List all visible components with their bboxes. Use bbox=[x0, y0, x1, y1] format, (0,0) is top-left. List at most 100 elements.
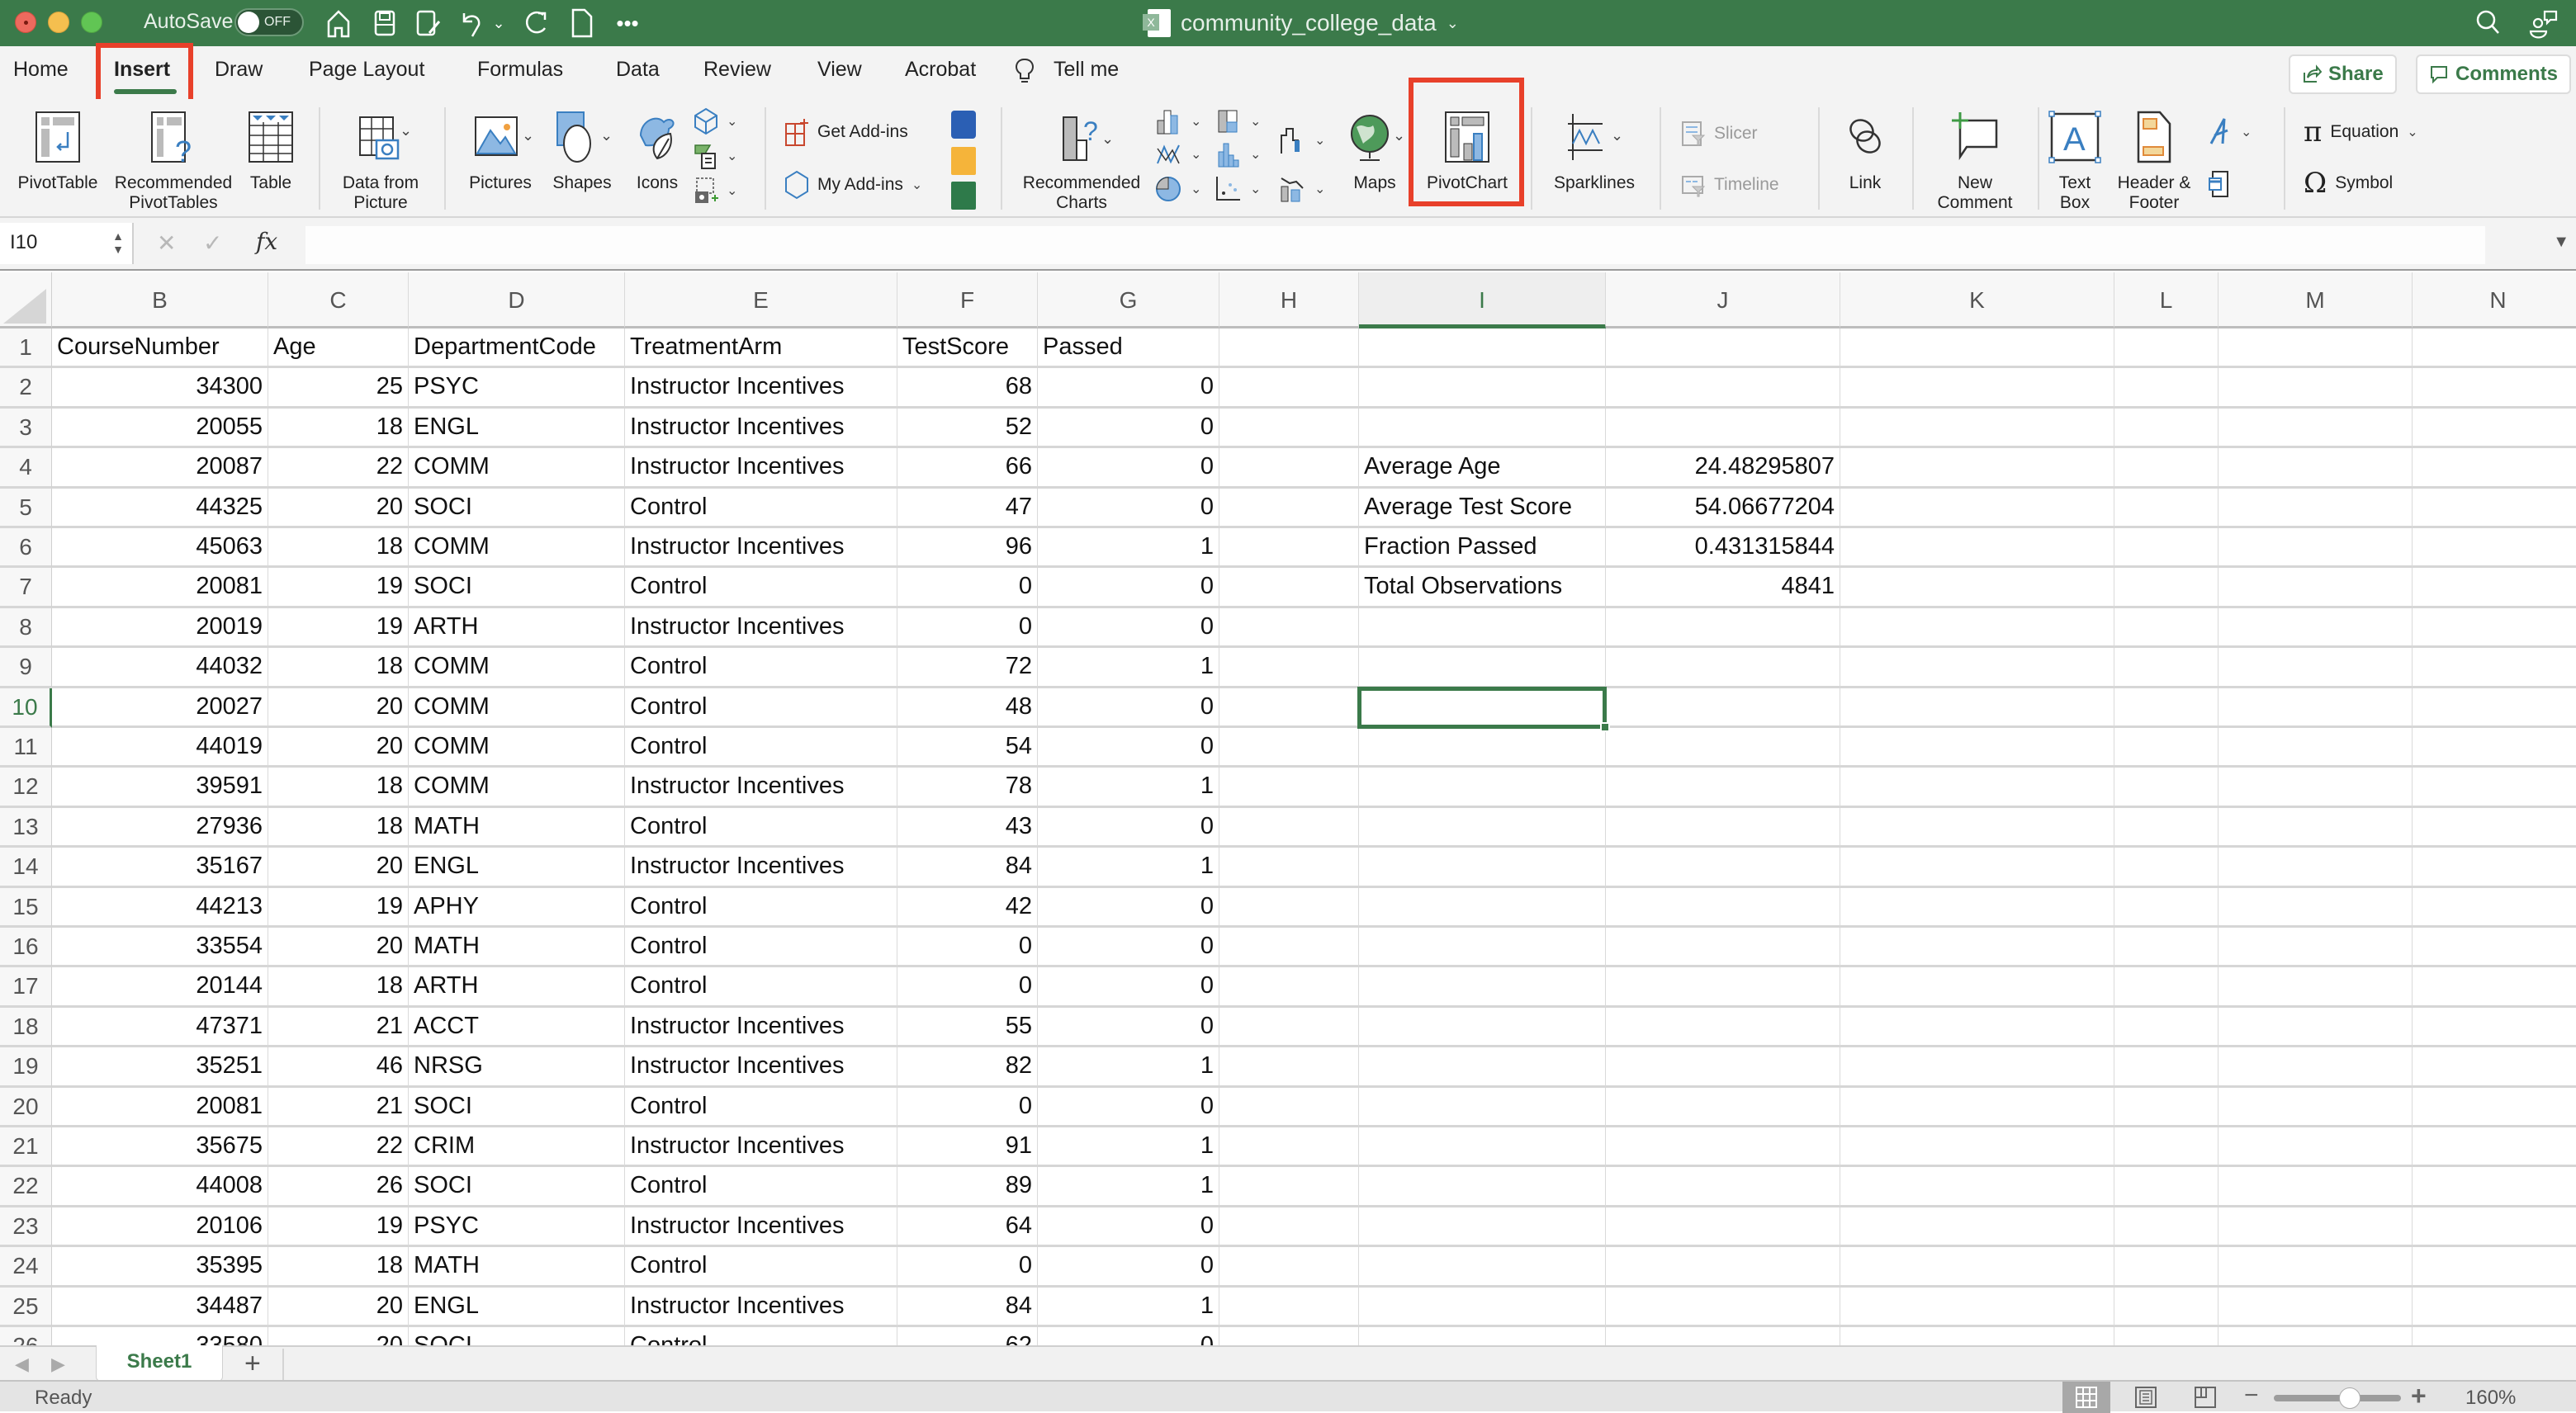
table-cell[interactable]: PSYC bbox=[409, 368, 625, 409]
table-cell[interactable]: Instructor Incentives bbox=[625, 848, 897, 888]
table-cell[interactable]: 55 bbox=[897, 1007, 1038, 1048]
undo-icon[interactable] bbox=[456, 7, 489, 40]
column-header-d[interactable]: D bbox=[409, 272, 625, 328]
empty-cell[interactable] bbox=[2114, 528, 2218, 569]
table-cell[interactable]: 35251 bbox=[52, 1047, 268, 1088]
row-header-6[interactable]: 6 bbox=[0, 528, 52, 569]
pictures-button[interactable]: ⌄ Pictures bbox=[459, 111, 542, 193]
table-cell[interactable]: COMM bbox=[409, 688, 625, 728]
table-cell[interactable]: 0 bbox=[1038, 728, 1219, 768]
table-cell[interactable]: 19 bbox=[268, 1207, 409, 1248]
empty-cell[interactable] bbox=[1359, 887, 1606, 928]
statistic-chart-button[interactable]: ⌄ bbox=[1214, 140, 1261, 168]
share-people-icon[interactable] bbox=[2528, 7, 2561, 40]
table-cell[interactable]: 0 bbox=[1038, 408, 1219, 449]
empty-cell[interactable] bbox=[1219, 1047, 1359, 1088]
tab-review[interactable]: Review bbox=[703, 58, 771, 82]
empty-cell[interactable] bbox=[1606, 1047, 1840, 1088]
table-cell[interactable]: APHY bbox=[409, 887, 625, 928]
table-cell[interactable]: 18 bbox=[268, 408, 409, 449]
hierarchy-chart-button[interactable]: ⌄ bbox=[1214, 107, 1261, 135]
table-cell[interactable]: 0 bbox=[1038, 1087, 1219, 1127]
table-cell[interactable]: 84 bbox=[897, 848, 1038, 888]
empty-cell[interactable] bbox=[2114, 1087, 2218, 1127]
header-cell-c[interactable]: Age bbox=[268, 328, 409, 369]
empty-cell[interactable] bbox=[1606, 648, 1840, 688]
table-cell[interactable]: 48 bbox=[897, 688, 1038, 728]
table-cell[interactable]: 21 bbox=[268, 1087, 409, 1127]
empty-cell[interactable] bbox=[1219, 928, 1359, 968]
summary-label[interactable]: Fraction Passed bbox=[1359, 528, 1606, 569]
empty-cell[interactable] bbox=[1359, 1007, 1606, 1048]
table-cell[interactable]: 20106 bbox=[52, 1207, 268, 1248]
timeline-button[interactable]: Timeline bbox=[1681, 172, 1779, 198]
empty-cell[interactable] bbox=[2413, 1288, 2576, 1327]
formula-input[interactable] bbox=[305, 226, 2485, 264]
empty-cell[interactable] bbox=[1219, 848, 1359, 888]
table-cell[interactable]: 33580 bbox=[52, 1327, 268, 1345]
table-cell[interactable]: Instructor Incentives bbox=[625, 528, 897, 569]
empty-cell[interactable] bbox=[2114, 1167, 2218, 1207]
table-cell[interactable]: Control bbox=[625, 967, 897, 1008]
empty-cell[interactable] bbox=[2114, 807, 2218, 848]
empty-cell[interactable] bbox=[2218, 1327, 2413, 1345]
table-cell[interactable]: 39591 bbox=[52, 768, 268, 808]
table-cell[interactable]: SOCI bbox=[409, 1087, 625, 1127]
empty-cell[interactable] bbox=[1606, 328, 1840, 369]
column-header-m[interactable]: M bbox=[2218, 272, 2413, 328]
table-cell[interactable]: 21 bbox=[268, 1007, 409, 1048]
table-cell[interactable]: 18 bbox=[268, 648, 409, 688]
empty-cell[interactable] bbox=[1840, 328, 2114, 369]
document-title[interactable]: community_college_data ⌄ bbox=[1143, 7, 1459, 40]
table-cell[interactable]: 19 bbox=[268, 568, 409, 608]
link-button[interactable]: Link bbox=[1828, 111, 1902, 193]
save-as-icon[interactable] bbox=[411, 7, 444, 40]
empty-cell[interactable] bbox=[2218, 807, 2413, 848]
table-cell[interactable]: 44019 bbox=[52, 728, 268, 768]
table-cell[interactable]: 42 bbox=[897, 887, 1038, 928]
row-header-21[interactable]: 21 bbox=[0, 1127, 52, 1168]
tell-me-search[interactable]: Tell me bbox=[1054, 58, 1119, 82]
empty-cell[interactable] bbox=[1219, 648, 1359, 688]
summary-value[interactable]: 4841 bbox=[1606, 568, 1840, 608]
empty-cell[interactable] bbox=[2114, 768, 2218, 808]
table-cell[interactable]: Control bbox=[625, 488, 897, 528]
table-cell[interactable]: Control bbox=[625, 1327, 897, 1345]
table-cell[interactable]: 72 bbox=[897, 648, 1038, 688]
table-cell[interactable]: 1 bbox=[1038, 768, 1219, 808]
header-cell-d[interactable]: DepartmentCode bbox=[409, 328, 625, 369]
table-cell[interactable]: 1 bbox=[1038, 1127, 1219, 1168]
summary-value[interactable]: 0.431315844 bbox=[1606, 528, 1840, 569]
empty-cell[interactable] bbox=[2413, 328, 2576, 369]
table-cell[interactable]: 0 bbox=[897, 1247, 1038, 1288]
empty-cell[interactable] bbox=[2413, 728, 2576, 768]
search-icon[interactable] bbox=[2472, 7, 2505, 40]
empty-cell[interactable] bbox=[2114, 967, 2218, 1008]
empty-cell[interactable] bbox=[1840, 488, 2114, 528]
empty-cell[interactable] bbox=[1219, 1247, 1359, 1288]
table-cell[interactable]: 35395 bbox=[52, 1247, 268, 1288]
empty-cell[interactable] bbox=[2218, 1047, 2413, 1088]
empty-cell[interactable] bbox=[1219, 328, 1359, 369]
table-cell[interactable]: 22 bbox=[268, 1127, 409, 1168]
empty-cell[interactable] bbox=[2114, 1007, 2218, 1048]
empty-cell[interactable] bbox=[1606, 1127, 1840, 1168]
pivot-chart-button[interactable]: PivotChart bbox=[1422, 111, 1513, 193]
add-sheet-icon[interactable]: + bbox=[244, 1349, 261, 1378]
table-cell[interactable]: 35675 bbox=[52, 1127, 268, 1168]
empty-cell[interactable] bbox=[1219, 408, 1359, 449]
empty-cell[interactable] bbox=[1606, 1287, 1840, 1327]
sheet-tab-sheet1[interactable]: Sheet1 bbox=[96, 1345, 223, 1382]
empty-cell[interactable] bbox=[1219, 1207, 1359, 1248]
empty-cell[interactable] bbox=[2413, 489, 2576, 528]
table-cell[interactable]: 18 bbox=[268, 768, 409, 808]
table-cell[interactable]: Control bbox=[625, 807, 897, 848]
table-cell[interactable]: 18 bbox=[268, 807, 409, 848]
table-cell[interactable]: Instructor Incentives bbox=[625, 1287, 897, 1327]
table-cell[interactable]: 0 bbox=[897, 568, 1038, 608]
empty-cell[interactable] bbox=[2413, 928, 2576, 968]
table-cell[interactable]: ARTH bbox=[409, 607, 625, 649]
row-header-26[interactable]: 26 bbox=[0, 1327, 52, 1345]
empty-cell[interactable] bbox=[1359, 1287, 1606, 1327]
table-cell[interactable]: 1 bbox=[1038, 1047, 1219, 1088]
